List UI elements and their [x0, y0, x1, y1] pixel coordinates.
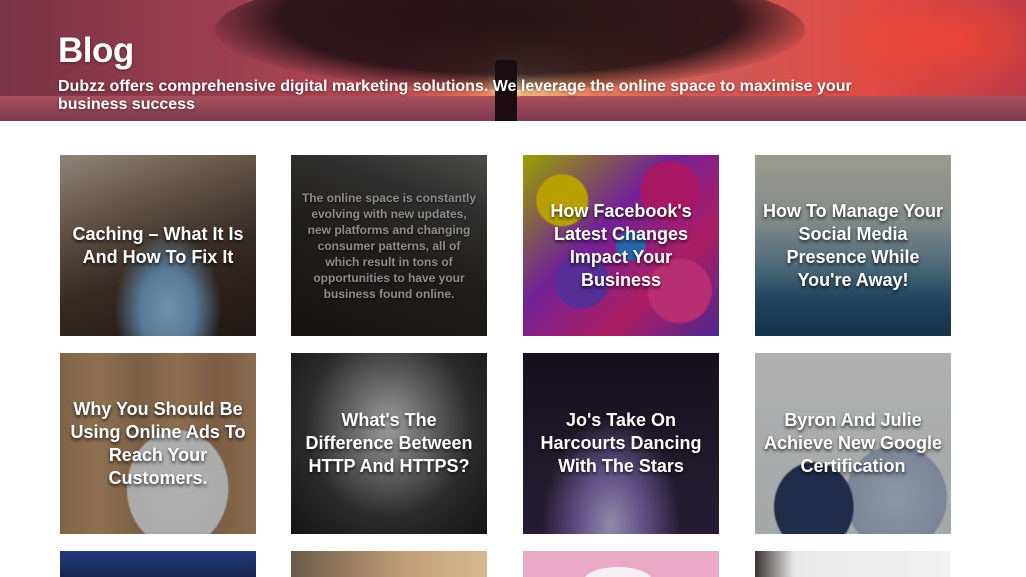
blog-card-facebook-changes[interactable]: How Facebook's Latest Changes Impact You… — [523, 155, 719, 336]
blog-card-partial[interactable] — [755, 551, 951, 577]
blog-card-caching[interactable]: Caching – What It Is And How To Fix It — [60, 155, 256, 336]
blog-card-http-https[interactable]: What's The Difference Between HTTP And H… — [291, 353, 487, 534]
blog-card-google-certification[interactable]: Byron And Julie Achieve New Google Certi… — [755, 353, 951, 534]
blog-card-title: Byron And Julie Achieve New Google Certi… — [763, 410, 943, 476]
blog-card-online-ads[interactable]: Why You Should Be Using Online Ads To Re… — [60, 353, 256, 534]
blog-card-dancing-stars[interactable]: Jo's Take On Harcourts Dancing With The … — [523, 353, 719, 534]
hero-banner: Blog Dubzz offers comprehensive digital … — [0, 0, 1026, 121]
blog-card-social-media[interactable]: How To Manage Your Social Media Presence… — [755, 155, 951, 336]
page-subtitle: Dubzz offers comprehensive digital marke… — [58, 78, 852, 113]
blog-card-partial[interactable] — [60, 551, 256, 577]
blog-card-title: Jo's Take On Harcourts Dancing With The … — [540, 410, 702, 476]
blog-card-partial[interactable] — [291, 551, 487, 577]
blog-card-title: How Facebook's Latest Changes Impact You… — [550, 200, 692, 290]
blog-card-title: How To Manage Your Social Media Presence… — [762, 200, 943, 290]
blog-card-online-space[interactable]: The online space is constantly evolving … — [291, 155, 487, 336]
blog-card-excerpt: The online space is constantly evolving … — [301, 190, 477, 301]
blog-card-title: Caching – What It Is And How To Fix It — [72, 223, 244, 267]
blog-card-partial[interactable] — [523, 551, 719, 577]
page-title: Blog — [58, 31, 134, 70]
blog-card-title: What's The Difference Between HTTP And H… — [305, 410, 473, 476]
blog-card-title: Why You Should Be Using Online Ads To Re… — [70, 398, 246, 488]
